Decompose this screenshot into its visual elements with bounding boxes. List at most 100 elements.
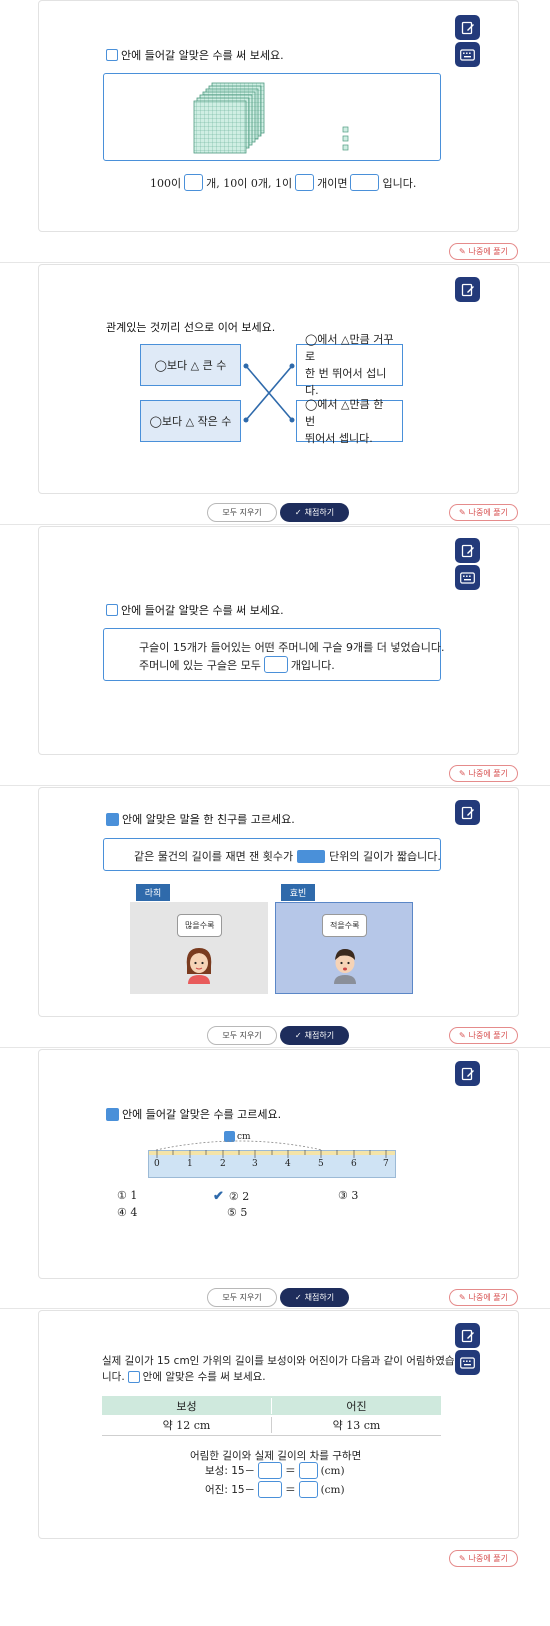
problem-line-1: 구슬이 15개가 들어있는 어떤 주머니에 구슬 9개를 더 넣었습니다. <box>139 641 445 654</box>
boy-avatar-icon <box>334 949 356 984</box>
memo-button[interactable] <box>455 1323 480 1348</box>
ruler-numbers: 0 1 2 3 4 5 6 7 <box>154 1159 389 1169</box>
question-1-sentence: 100이 개, 10이 0개, 1이 개이면 입니다. <box>150 174 416 191</box>
clear-all-button[interactable]: 모두 지우기 <box>207 1026 277 1045</box>
match-right-item-1[interactable]: ◯에서 △만큼 거꾸로 한 번 뛰어서 섭니다. <box>296 333 403 397</box>
solve-later-button[interactable]: ✎ 나중에 풀기 <box>449 1550 518 1567</box>
blank-box-icon <box>106 604 118 616</box>
calc-row-boseong: 보성: 15－ ＝ (cm) <box>205 1462 345 1479</box>
problem-box: 구슬이 15개가 들어있는 어떤 주머니에 구슬 9개를 더 넣었습니다. 주머… <box>103 628 445 681</box>
girl-avatar-icon <box>186 948 212 984</box>
question-5-instruction: 안에 들어갈 알맞은 수를 고르세요. <box>106 1106 281 1122</box>
table-value-boseong: 약 12 cm <box>102 1417 272 1433</box>
calc-row-eojin: 어진: 15－ ＝ (cm) <box>205 1481 345 1498</box>
pencil-icon: ✎ <box>458 508 466 517</box>
instruction-text: 안에 들어갈 알맞은 수를 고르세요. <box>122 1108 282 1121</box>
choice-2[interactable]: ✔ ② 2 <box>213 1189 249 1204</box>
friend-card-1[interactable]: 많을수록 <box>130 902 268 994</box>
keypad-button[interactable] <box>455 565 480 590</box>
pencil-icon: ✎ <box>458 1293 466 1302</box>
match-left-item-2[interactable]: ◯보다 △ 작은 수 <box>140 400 241 442</box>
hidden-word-box <box>297 849 326 863</box>
connecting-lines <box>243 363 295 423</box>
keyboard-icon <box>460 571 475 584</box>
choice-4[interactable]: ④ 4 <box>117 1206 137 1219</box>
friend-name-tag-1: 라희 <box>136 884 170 901</box>
pencil-note-icon <box>461 544 474 557</box>
choice-5[interactable]: ⑤ 5 <box>227 1206 247 1219</box>
grade-button[interactable]: ✓ 채점하기 <box>280 1288 349 1307</box>
question-1-instruction: 안에 들어갈 알맞은 수를 써 보세요. <box>106 47 284 63</box>
clear-all-button[interactable]: 모두 지우기 <box>207 503 277 522</box>
check-icon: ✓ <box>294 508 302 517</box>
pencil-icon: ✎ <box>458 769 466 778</box>
clear-all-button[interactable]: 모두 지우기 <box>207 1288 277 1307</box>
section-divider <box>0 262 550 263</box>
solve-later-button[interactable]: ✎ 나중에 풀기 <box>449 1289 518 1306</box>
solve-later-button[interactable]: ✎ 나중에 풀기 <box>449 243 518 260</box>
pencil-note-icon <box>461 1067 474 1080</box>
pencil-icon: ✎ <box>458 1554 466 1563</box>
filled-box-icon <box>106 812 119 826</box>
pencil-note-icon <box>461 1329 474 1342</box>
grade-button[interactable]: ✓ 채점하기 <box>280 1026 349 1045</box>
question-6-intro-line-2: 니다. 안에 알맞은 수를 써 보세요. <box>102 1370 266 1383</box>
solve-later-button[interactable]: ✎ 나중에 풀기 <box>449 504 518 521</box>
match-right-item-2[interactable]: ◯에서 △만큼 한 번 뛰어서 셉니다. <box>296 398 403 445</box>
answer-box-eojin-estimate[interactable] <box>258 1481 283 1498</box>
speech-bubble-1: 많을수록 <box>177 914 223 937</box>
answer-box-ones[interactable] <box>295 174 315 191</box>
friend-name-tag-2: 효빈 <box>281 884 315 901</box>
instruction-text: 안에 들어갈 알맞은 수를 써 보세요. <box>121 49 284 62</box>
check-icon: ✓ <box>294 1293 302 1302</box>
pencil-note-icon <box>461 21 474 34</box>
question-3-instruction: 안에 들어갈 알맞은 수를 써 보세요. <box>106 602 284 618</box>
instruction-text: 관계있는 것끼리 선으로 이어 보세요. <box>106 321 276 334</box>
hundred-blocks-image <box>193 82 349 154</box>
match-left-item-1[interactable]: ◯보다 △ 큰 수 <box>140 344 241 386</box>
pencil-note-icon <box>461 283 474 296</box>
table-value-eojin: 약 13 cm <box>332 1419 381 1432</box>
section-divider <box>0 785 550 786</box>
instruction-text: 안에 알맞은 말을 한 친구를 고르세요. <box>122 813 295 826</box>
section-divider <box>0 1047 550 1048</box>
table-header-boseong: 보성 <box>102 1397 272 1414</box>
instruction-text: 안에 들어갈 알맞은 수를 써 보세요. <box>121 604 284 617</box>
table-header-eojin: 어진 <box>346 1399 367 1413</box>
memo-button[interactable] <box>455 15 480 40</box>
question-6-intro-line-1: 실제 길이가 15 cm인 가위의 길이를 보성이와 어진이가 다음과 같이 어… <box>102 1355 455 1367</box>
blank-box-icon <box>106 49 118 61</box>
friend-card-2[interactable]: 적을수록 <box>275 902 413 994</box>
pencil-note-icon <box>461 806 474 819</box>
solve-later-button[interactable]: ✎ 나중에 풀기 <box>449 1027 518 1044</box>
keypad-button[interactable] <box>455 1350 480 1375</box>
answer-box[interactable] <box>263 656 288 673</box>
statement-box: 같은 물건의 길이를 재면 잰 횟수가 단위의 길이가 짧습니다. <box>103 838 441 871</box>
memo-button[interactable] <box>455 538 480 563</box>
calc-title: 어림한 길이와 실제 길이의 차를 구하면 <box>190 1450 362 1462</box>
keyboard-icon <box>460 1356 475 1369</box>
answer-box-boseong-estimate[interactable] <box>258 1462 283 1479</box>
memo-button[interactable] <box>455 800 480 825</box>
grade-button[interactable]: ✓ 채점하기 <box>280 503 349 522</box>
solve-later-button[interactable]: ✎ 나중에 풀기 <box>449 765 518 782</box>
checkmark-icon: ✔ <box>213 1189 224 1204</box>
section-divider <box>0 524 550 525</box>
speech-bubble-2: 적을수록 <box>322 914 368 937</box>
answer-box-total[interactable] <box>350 174 380 191</box>
check-icon: ✓ <box>294 1031 302 1040</box>
keypad-button[interactable] <box>455 42 480 67</box>
memo-button[interactable] <box>455 277 480 302</box>
answer-box-hundreds[interactable] <box>184 174 204 191</box>
question-2-instruction: 관계있는 것끼리 선으로 이어 보세요. <box>106 319 275 335</box>
choice-3[interactable]: ③ 3 <box>338 1189 358 1202</box>
section-divider <box>0 1308 550 1309</box>
problem-line-2: 주머니에 있는 구슬은 모두 개입니다. <box>139 656 335 673</box>
choice-1[interactable]: ① 1 <box>117 1189 137 1202</box>
memo-button[interactable] <box>455 1061 480 1086</box>
answer-box-eojin-difference[interactable] <box>298 1481 318 1498</box>
unit-cubes <box>342 126 349 151</box>
question-4-instruction: 안에 알맞은 말을 한 친구를 고르세요. <box>106 811 295 827</box>
answer-box-boseong-difference[interactable] <box>298 1462 318 1479</box>
base-ten-blocks-figure <box>103 73 441 161</box>
